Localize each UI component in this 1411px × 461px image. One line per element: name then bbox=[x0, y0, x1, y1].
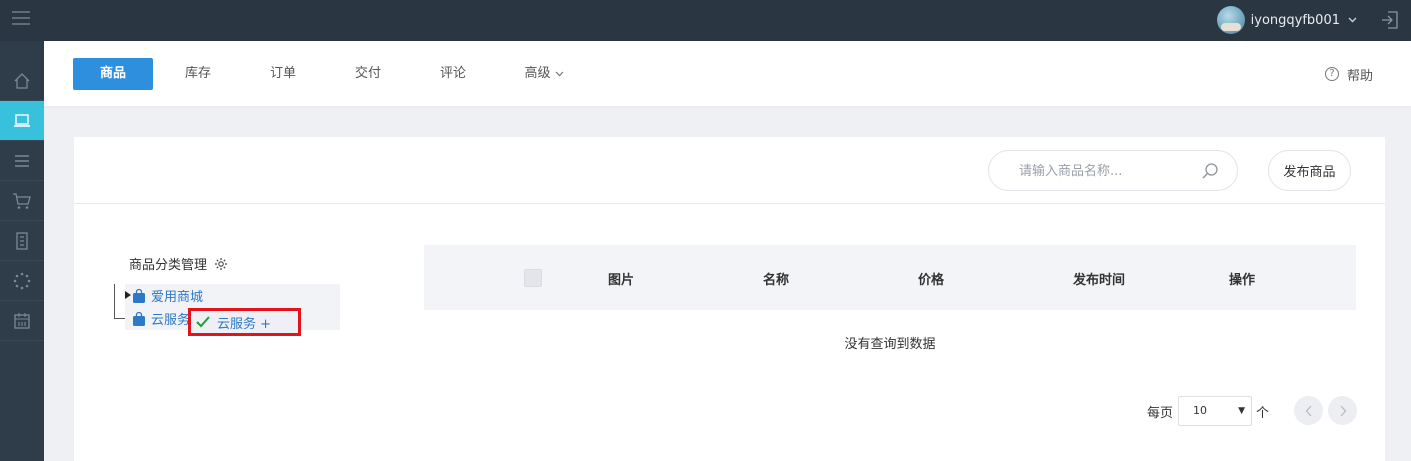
logout-icon[interactable] bbox=[1381, 10, 1399, 30]
cart-icon bbox=[13, 192, 31, 209]
chevron-right-icon bbox=[1340, 405, 1346, 416]
per-page-prefix: 每页 bbox=[1147, 405, 1174, 421]
column-header: 价格 bbox=[918, 273, 945, 288]
laptop-icon bbox=[14, 113, 30, 127]
user-menu[interactable]: iyongqyfb001 bbox=[1216, 5, 1357, 35]
left-rail bbox=[0, 41, 44, 461]
category-management: 商品分类管理 bbox=[129, 254, 228, 273]
chevron-down-icon bbox=[555, 70, 564, 80]
shopping-bag-icon bbox=[133, 311, 145, 326]
column-header: 图片 bbox=[608, 273, 635, 288]
building-icon bbox=[16, 231, 28, 250]
tab-orders[interactable]: 订单 bbox=[253, 58, 313, 90]
rail-cart[interactable] bbox=[0, 181, 44, 221]
search-box bbox=[988, 150, 1238, 191]
next-page-button[interactable] bbox=[1328, 396, 1357, 425]
gear-icon[interactable] bbox=[214, 257, 228, 271]
dropdown-arrow-icon: ▼ bbox=[1238, 406, 1246, 416]
category-label[interactable]: 云服务 bbox=[151, 309, 190, 328]
drag-tooltip-label: 云服务 + bbox=[217, 316, 272, 332]
tab-advanced[interactable]: 高级 bbox=[514, 58, 574, 90]
tab-advanced-label: 高级 bbox=[524, 66, 551, 81]
column-header: 操作 bbox=[1229, 273, 1256, 288]
shopping-bag-icon bbox=[133, 288, 145, 303]
column-header: 发布时间 bbox=[1073, 273, 1126, 288]
search-input[interactable] bbox=[1019, 161, 1199, 181]
rail-home[interactable] bbox=[0, 61, 44, 101]
tree-connector bbox=[114, 284, 115, 318]
card-header: 发布商品 bbox=[74, 137, 1385, 204]
prev-page-button[interactable] bbox=[1294, 396, 1323, 425]
username[interactable]: iyongqyfb001 bbox=[1251, 13, 1340, 28]
column-header: 名称 bbox=[763, 273, 790, 288]
home-icon bbox=[14, 72, 30, 89]
top-bar: iyongqyfb001 bbox=[0, 0, 1411, 41]
help-link[interactable]: ? 帮助 bbox=[1324, 58, 1373, 90]
tab-inventory[interactable]: 库存 bbox=[168, 58, 228, 90]
per-page-suffix: 个 bbox=[1256, 405, 1270, 421]
rail-loading[interactable] bbox=[0, 261, 44, 301]
check-icon bbox=[196, 316, 210, 328]
category-label[interactable]: 爱用商城 bbox=[151, 286, 203, 305]
search-icon[interactable] bbox=[1201, 162, 1219, 180]
expand-arrow-icon[interactable] bbox=[125, 291, 131, 299]
avatar[interactable] bbox=[1216, 6, 1245, 34]
publish-product-button[interactable]: 发布商品 bbox=[1268, 150, 1351, 191]
list-icon bbox=[15, 154, 29, 167]
select-all-checkbox[interactable] bbox=[524, 269, 542, 287]
chevron-left-icon bbox=[1305, 405, 1311, 416]
pagination: 每页 10 ▼ 个 bbox=[1147, 396, 1269, 426]
category-item[interactable]: 爱用商城 bbox=[125, 284, 340, 307]
hamburger-icon[interactable] bbox=[12, 11, 30, 27]
drag-tooltip: 云服务 + bbox=[188, 308, 301, 336]
products-card: 发布商品 商品分类管理 爱用商城 云服务 云服务 + 图片 名称 价格 发布时间… bbox=[74, 137, 1385, 461]
page-size-select[interactable]: 10 ▼ bbox=[1178, 396, 1253, 426]
rail-laptop[interactable] bbox=[0, 101, 44, 141]
tab-bar: 商品 库存 订单 交付 评论 高级 ? 帮助 bbox=[44, 41, 1411, 106]
chevron-down-icon[interactable] bbox=[1348, 15, 1357, 26]
tab-products[interactable]: 商品 bbox=[73, 58, 153, 90]
page-size-value: 10 bbox=[1193, 404, 1208, 417]
table-header: 图片 名称 价格 发布时间 操作 bbox=[424, 245, 1356, 310]
tab-delivery[interactable]: 交付 bbox=[338, 58, 398, 90]
empty-message: 没有查询到数据 bbox=[844, 337, 936, 352]
tab-reviews[interactable]: 评论 bbox=[423, 58, 483, 90]
help-label: 帮助 bbox=[1346, 68, 1373, 84]
rail-building[interactable] bbox=[0, 221, 44, 261]
help-icon: ? bbox=[1324, 67, 1339, 81]
loading-icon bbox=[13, 272, 31, 289]
category-title: 商品分类管理 bbox=[129, 258, 208, 273]
rail-calendar[interactable] bbox=[0, 301, 44, 341]
calendar-icon bbox=[14, 312, 30, 329]
rail-list[interactable] bbox=[0, 141, 44, 181]
